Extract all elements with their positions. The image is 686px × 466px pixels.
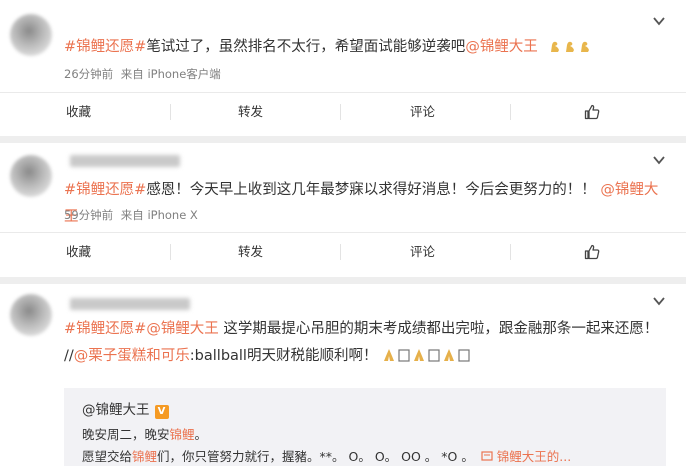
quoted-text: 晚安周二，晚安 [82,427,170,442]
link-icon [481,451,493,461]
action-bar: 收藏 转发 评论 [0,232,686,270]
repost-separator: // [64,348,74,364]
divider [340,104,341,120]
post-source: 来自 iPhone客户端 [120,67,221,81]
divider [510,244,511,260]
quoted-text: 愿望交给 [82,449,133,464]
post-text: #锦鲤还愿#@锦鲤大王 这学期最提心吊胆的期末考成绩都出完啦，跟金融那条一起来还… [64,316,660,370]
post-source: 来自 iPhone X [120,208,198,222]
keyword-link[interactable]: 锦鲤 [132,449,157,464]
avatar[interactable] [10,294,52,336]
mention-link[interactable]: @锦鲤大王 [465,39,538,55]
username-blurred[interactable] [70,155,180,167]
action-bar: 收藏 转发 评论 [0,92,686,130]
repost-button[interactable]: 转发 [238,233,263,271]
quoted-text-end: 。 [194,427,208,442]
chevron-down-icon[interactable] [652,294,666,308]
quoted-text-line-1: 晚安周二，晚安锦鲤。 [82,424,207,443]
post-time[interactable]: 59分钟前 [64,208,113,222]
favorite-button[interactable]: 收藏 [66,233,91,271]
post-time[interactable]: 26分钟前 [64,67,113,81]
keyword-link[interactable]: 锦鲤 [170,427,195,442]
repost-button[interactable]: 转发 [238,93,263,131]
thumbs-up-icon[interactable] [584,104,600,120]
chevron-down-icon[interactable] [652,14,666,28]
post-body: 感恩！今天早上收到这几年最梦寐以求得好消息！今后会更努力的！！ [146,182,596,198]
divider [170,244,171,260]
post-meta: 59分钟前 来自 iPhone X [64,207,202,223]
post-body: 这学期最提心吊胆的期末考成绩都出完啦，跟金融那条一起来还愿！ [223,321,659,337]
muscle-emoji [548,39,593,55]
comment-button[interactable]: 评论 [410,233,435,271]
divider [170,104,171,120]
topic-tag[interactable]: #锦鲤还愿# [64,182,146,198]
verified-badge: V [154,405,169,419]
avatar[interactable] [10,155,52,197]
quoted-author-name[interactable]: @锦鲤大王 [82,402,150,418]
post-body: 笔试过了，虽然排名不太行，希望面试能够逆袭吧 [146,39,466,55]
chevron-down-icon[interactable] [652,153,666,167]
username-blurred[interactable] [70,298,190,310]
avatar[interactable] [10,14,52,56]
favorite-button[interactable]: 收藏 [66,93,91,131]
weibo-post-3: #锦鲤还愿#@锦鲤大王 这学期最提心吊胆的期末考成绩都出完啦，跟金融那条一起来还… [0,284,686,466]
mention-link-2[interactable]: @栗子蛋糕和可乐 [74,348,190,364]
post-text: #锦鲤还愿#笔试过了，虽然排名不太行，希望面试能够逆袭吧@锦鲤大王 [64,34,660,61]
quoted-full-link[interactable]: 锦鲤大王的... [497,449,571,464]
topic-tag[interactable]: #锦鲤还愿# [64,39,146,55]
quoted-text-mid: 们，你只管努力就行，握豬。**。 O。 O。 OO 。 *O 。 [157,449,474,464]
mention-link[interactable]: @锦鲤大王 [146,321,219,337]
quoted-author: @锦鲤大王 V [82,398,169,419]
quoted-post[interactable]: @锦鲤大王 V 晚安周二，晚安锦鲤。 愿望交给锦鲤们，你只管努力就行，握豬。**。… [64,388,666,466]
divider [340,244,341,260]
quoted-text-line-2: 愿望交给锦鲤们，你只管努力就行，握豬。**。 O。 O。 OO 。 *O 。 锦… [82,446,571,465]
weibo-post-2: #锦鲤还愿#感恩！今天早上收到这几年最梦寐以求得好消息！今后会更努力的！！ @锦… [0,143,686,277]
topic-tag[interactable]: #锦鲤还愿# [64,321,146,337]
post-body-2: :ballball明天财税能顺利啊！ [189,348,378,364]
weibo-post-1: #锦鲤还愿#笔试过了，虽然排名不太行，希望面试能够逆袭吧@锦鲤大王 26分钟前 … [0,0,686,136]
post-meta: 26分钟前 来自 iPhone客户端 [64,66,225,82]
divider [510,104,511,120]
thumbs-up-icon[interactable] [584,244,600,260]
comment-button[interactable]: 评论 [410,93,435,131]
pray-emoji [382,348,472,364]
